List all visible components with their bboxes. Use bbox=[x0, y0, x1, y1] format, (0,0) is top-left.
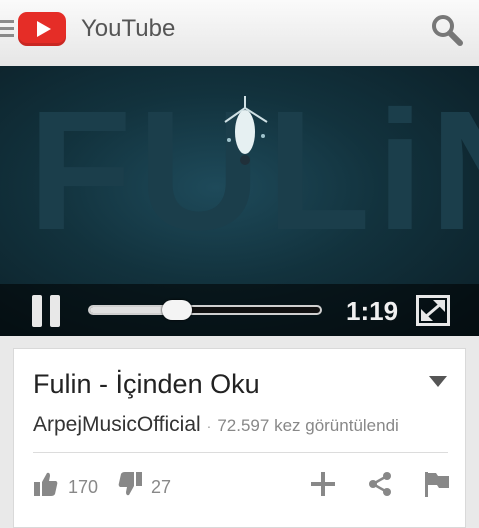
youtube-logo-icon[interactable] bbox=[18, 12, 66, 46]
menu-icon[interactable] bbox=[0, 20, 14, 38]
like-count: 170 bbox=[68, 477, 99, 497]
channel-name[interactable]: ArpejMusicOfficial bbox=[33, 413, 201, 436]
video-info-card: Fulin - İçinden Oku ArpejMusicOfficial · 7… bbox=[13, 348, 466, 528]
share-icon[interactable] bbox=[368, 471, 392, 497]
thumbs-down-icon[interactable] bbox=[118, 471, 142, 497]
video-player[interactable]: FULiN 1:19 bbox=[0, 66, 479, 336]
video-title: Fulin - İçinden Oku bbox=[33, 369, 260, 399]
video-frame-figure bbox=[205, 88, 285, 168]
meta-separator: · bbox=[206, 418, 212, 434]
fullscreen-icon[interactable] bbox=[416, 295, 450, 326]
app-title: YouTube bbox=[81, 15, 176, 42]
progress-bar[interactable] bbox=[88, 300, 322, 320]
video-meta: ArpejMusicOfficial · 72.597 kez görüntülen… bbox=[33, 413, 399, 437]
pause-button[interactable] bbox=[32, 295, 62, 327]
thumbs-up-icon[interactable] bbox=[34, 471, 58, 497]
dislike-count: 27 bbox=[151, 477, 172, 497]
view-count: 72.597 kez görüntülendi bbox=[217, 416, 399, 435]
flag-icon[interactable] bbox=[424, 471, 450, 497]
player-controls: 1:19 bbox=[0, 284, 479, 336]
current-time: 1:19 bbox=[346, 296, 399, 326]
search-icon[interactable] bbox=[430, 13, 464, 47]
divider bbox=[33, 452, 448, 453]
app-bar: YouTube bbox=[0, 0, 479, 67]
chevron-down-icon[interactable] bbox=[429, 376, 447, 387]
add-icon[interactable] bbox=[310, 471, 336, 497]
progress-scrubber[interactable] bbox=[162, 300, 193, 320]
